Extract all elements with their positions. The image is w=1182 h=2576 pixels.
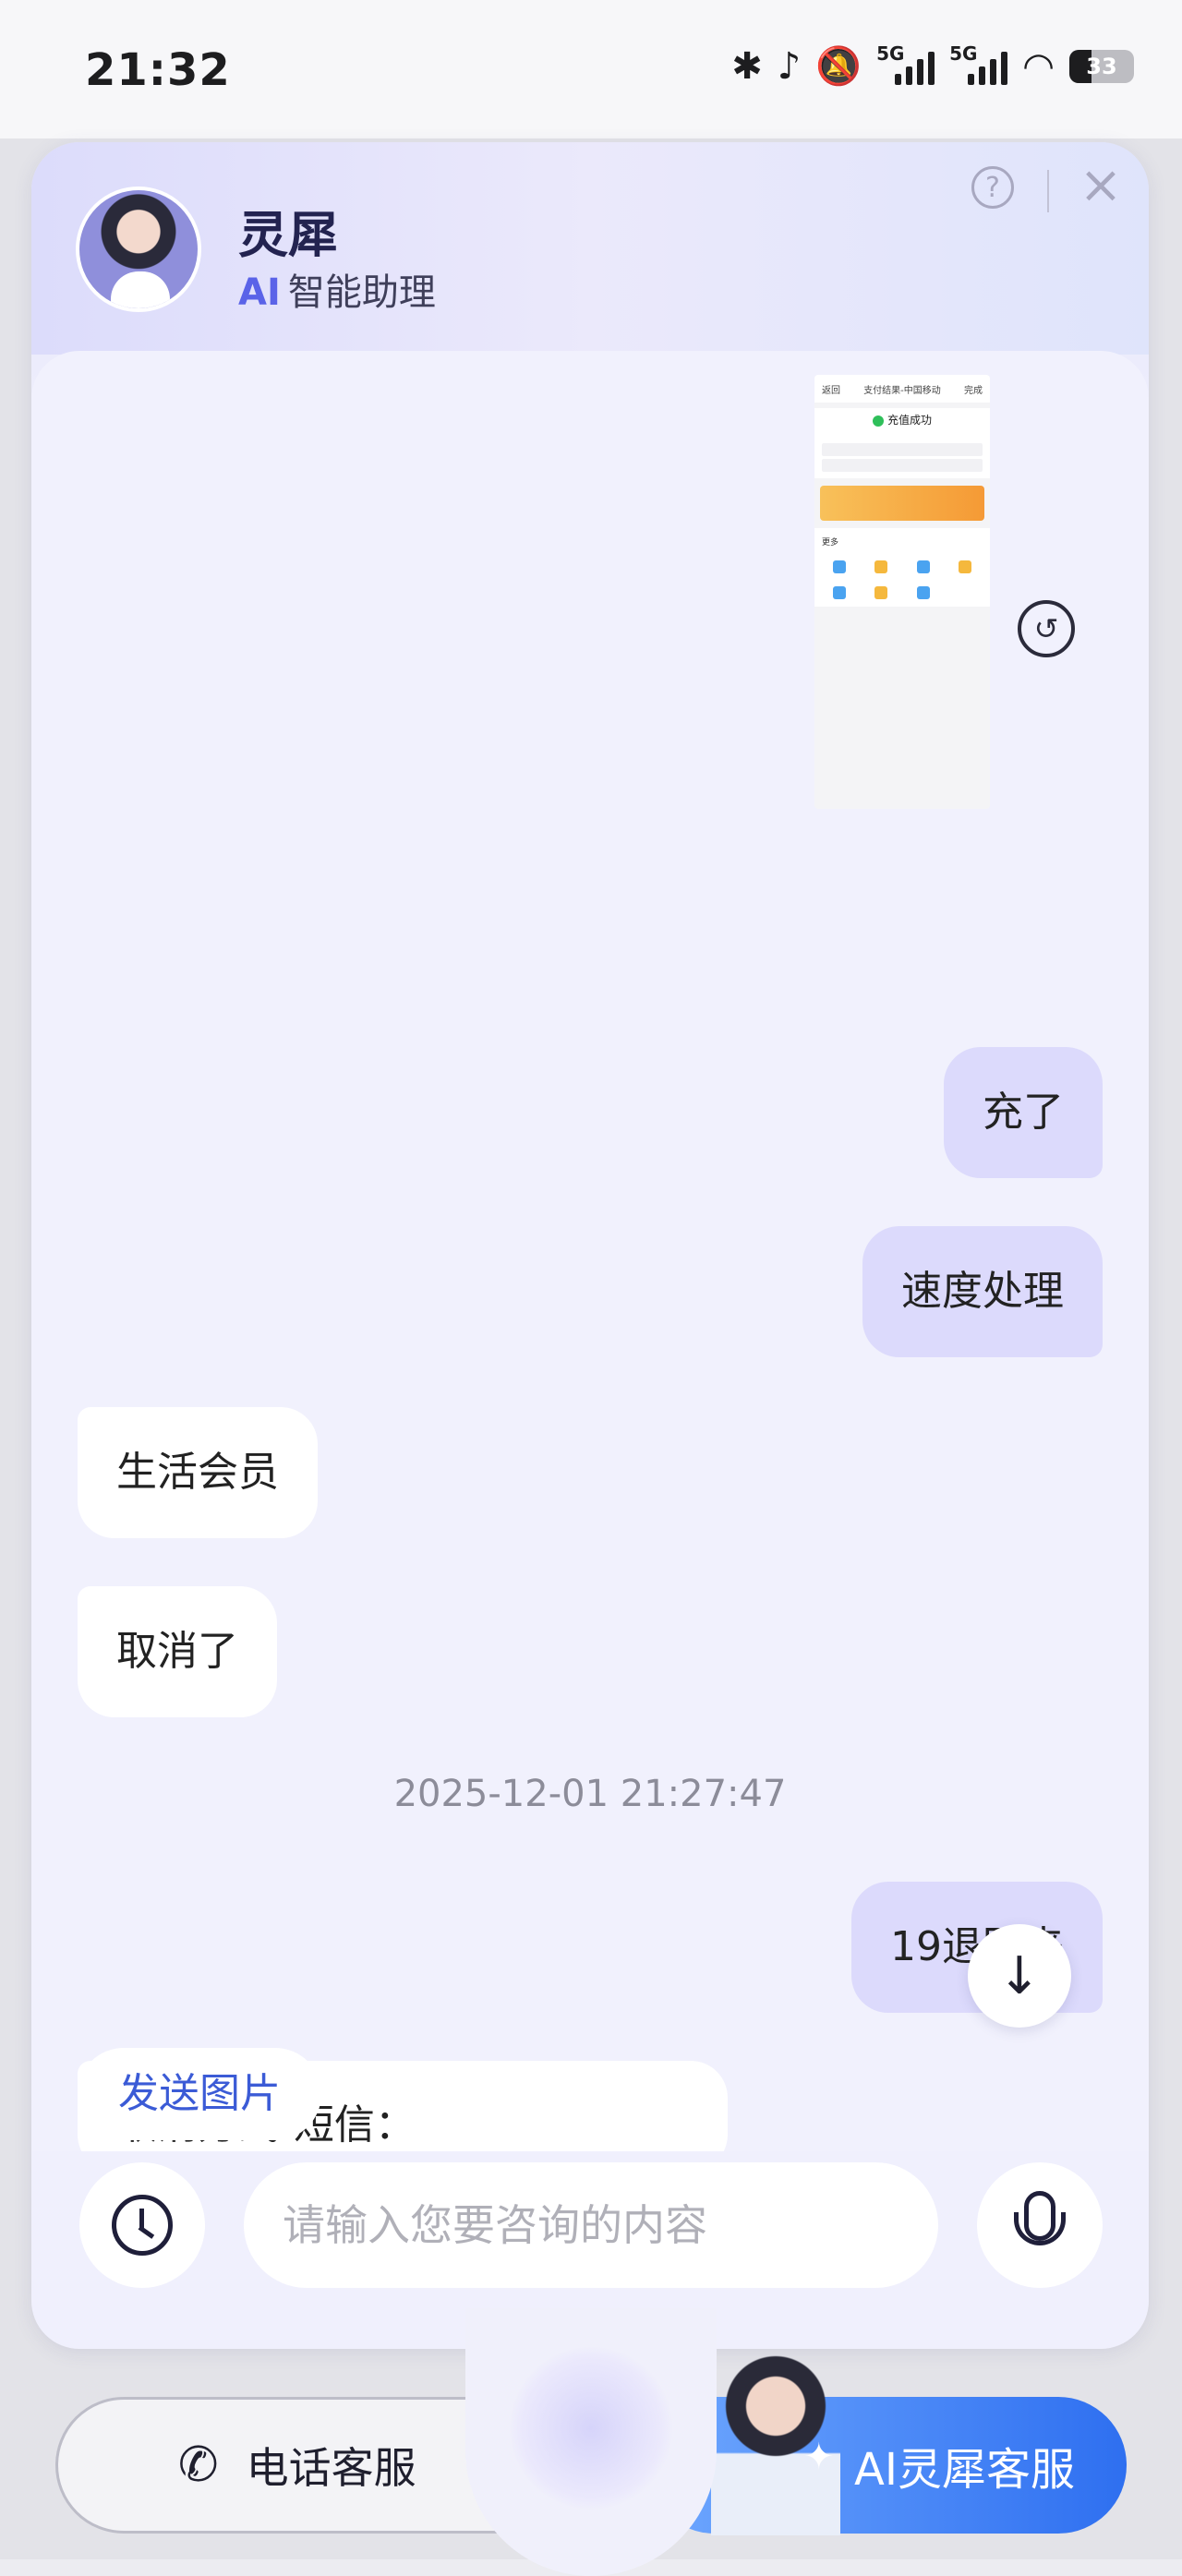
status-time: 21:32	[85, 44, 231, 96]
assistant-subtitle: AI 智能助理	[238, 262, 436, 316]
center-voice-button[interactable]	[465, 2308, 717, 2576]
status-icons: ✱ ♪ 🔕 5G 5G ◠ 33	[731, 42, 1134, 88]
user-message: 速度处理	[862, 1226, 1103, 1357]
chat-panel: 灵犀 AI 智能助理 ? × 返回 支付结果-中国移动 完成 充值成功 更多 ↺…	[31, 142, 1149, 2349]
bluetooth-icon: ✱	[731, 45, 763, 88]
thumbnail-banner	[820, 486, 984, 521]
bot-message: 生活会员	[78, 1407, 318, 1538]
thumbnail-grid: 更多	[814, 528, 990, 607]
assistant-avatar	[76, 187, 201, 312]
bot-message: 取消了	[78, 1586, 277, 1717]
chat-header: 灵犀 AI 智能助理 ? ×	[31, 142, 1149, 355]
microphone-icon	[1014, 2191, 1066, 2245]
phone-icon: ✆	[178, 2438, 219, 2493]
ai-label: AI	[238, 271, 281, 314]
scroll-down-icon[interactable]: ↓	[968, 1924, 1071, 2028]
send-image-chip[interactable]: 发送图片	[78, 2048, 321, 2140]
message-list[interactable]: 返回 支付结果-中国移动 完成 充值成功 更多 ↺ 充了 速度处理 生活会员 取…	[31, 351, 1149, 2151]
help-icon[interactable]: ?	[971, 166, 1014, 209]
message-input[interactable]	[244, 2162, 938, 2288]
check-icon	[872, 415, 884, 427]
close-icon[interactable]: ×	[1075, 160, 1127, 214]
clock-icon	[112, 2195, 173, 2256]
voice-button[interactable]	[977, 2162, 1103, 2288]
signal-5g-icon: 5G	[876, 42, 935, 85]
wifi-icon: ◠	[1022, 45, 1055, 88]
assistant-name: 灵犀	[238, 206, 338, 264]
history-button[interactable]	[79, 2162, 205, 2288]
status-bar: 21:32 ✱ ♪ 🔕 5G 5G ◠ 33	[0, 0, 1182, 138]
assistant-role: 智能助理	[287, 271, 436, 314]
user-message: 充了	[944, 1047, 1103, 1178]
sparkle-icon: ✦	[803, 2436, 835, 2478]
earbuds-icon: ♪	[777, 45, 802, 88]
bottom-bar: ✆ 电话客服 AI灵犀客服 ✦	[0, 2308, 1182, 2576]
phone-service-label: 电话客服	[246, 2443, 416, 2493]
undo-icon[interactable]: ↺	[1018, 600, 1075, 657]
signal-5g-icon: 5G	[949, 42, 1008, 85]
mute-icon: 🔕	[815, 45, 862, 88]
battery-icon: 33	[1069, 50, 1134, 83]
sent-image-thumbnail[interactable]: 返回 支付结果-中国移动 完成 充值成功 更多	[814, 375, 990, 809]
ai-service-label: AI灵犀客服	[854, 2444, 1075, 2496]
message-timestamp: 2025-12-01 21:27:47	[393, 1773, 787, 1815]
header-divider	[1047, 170, 1049, 212]
